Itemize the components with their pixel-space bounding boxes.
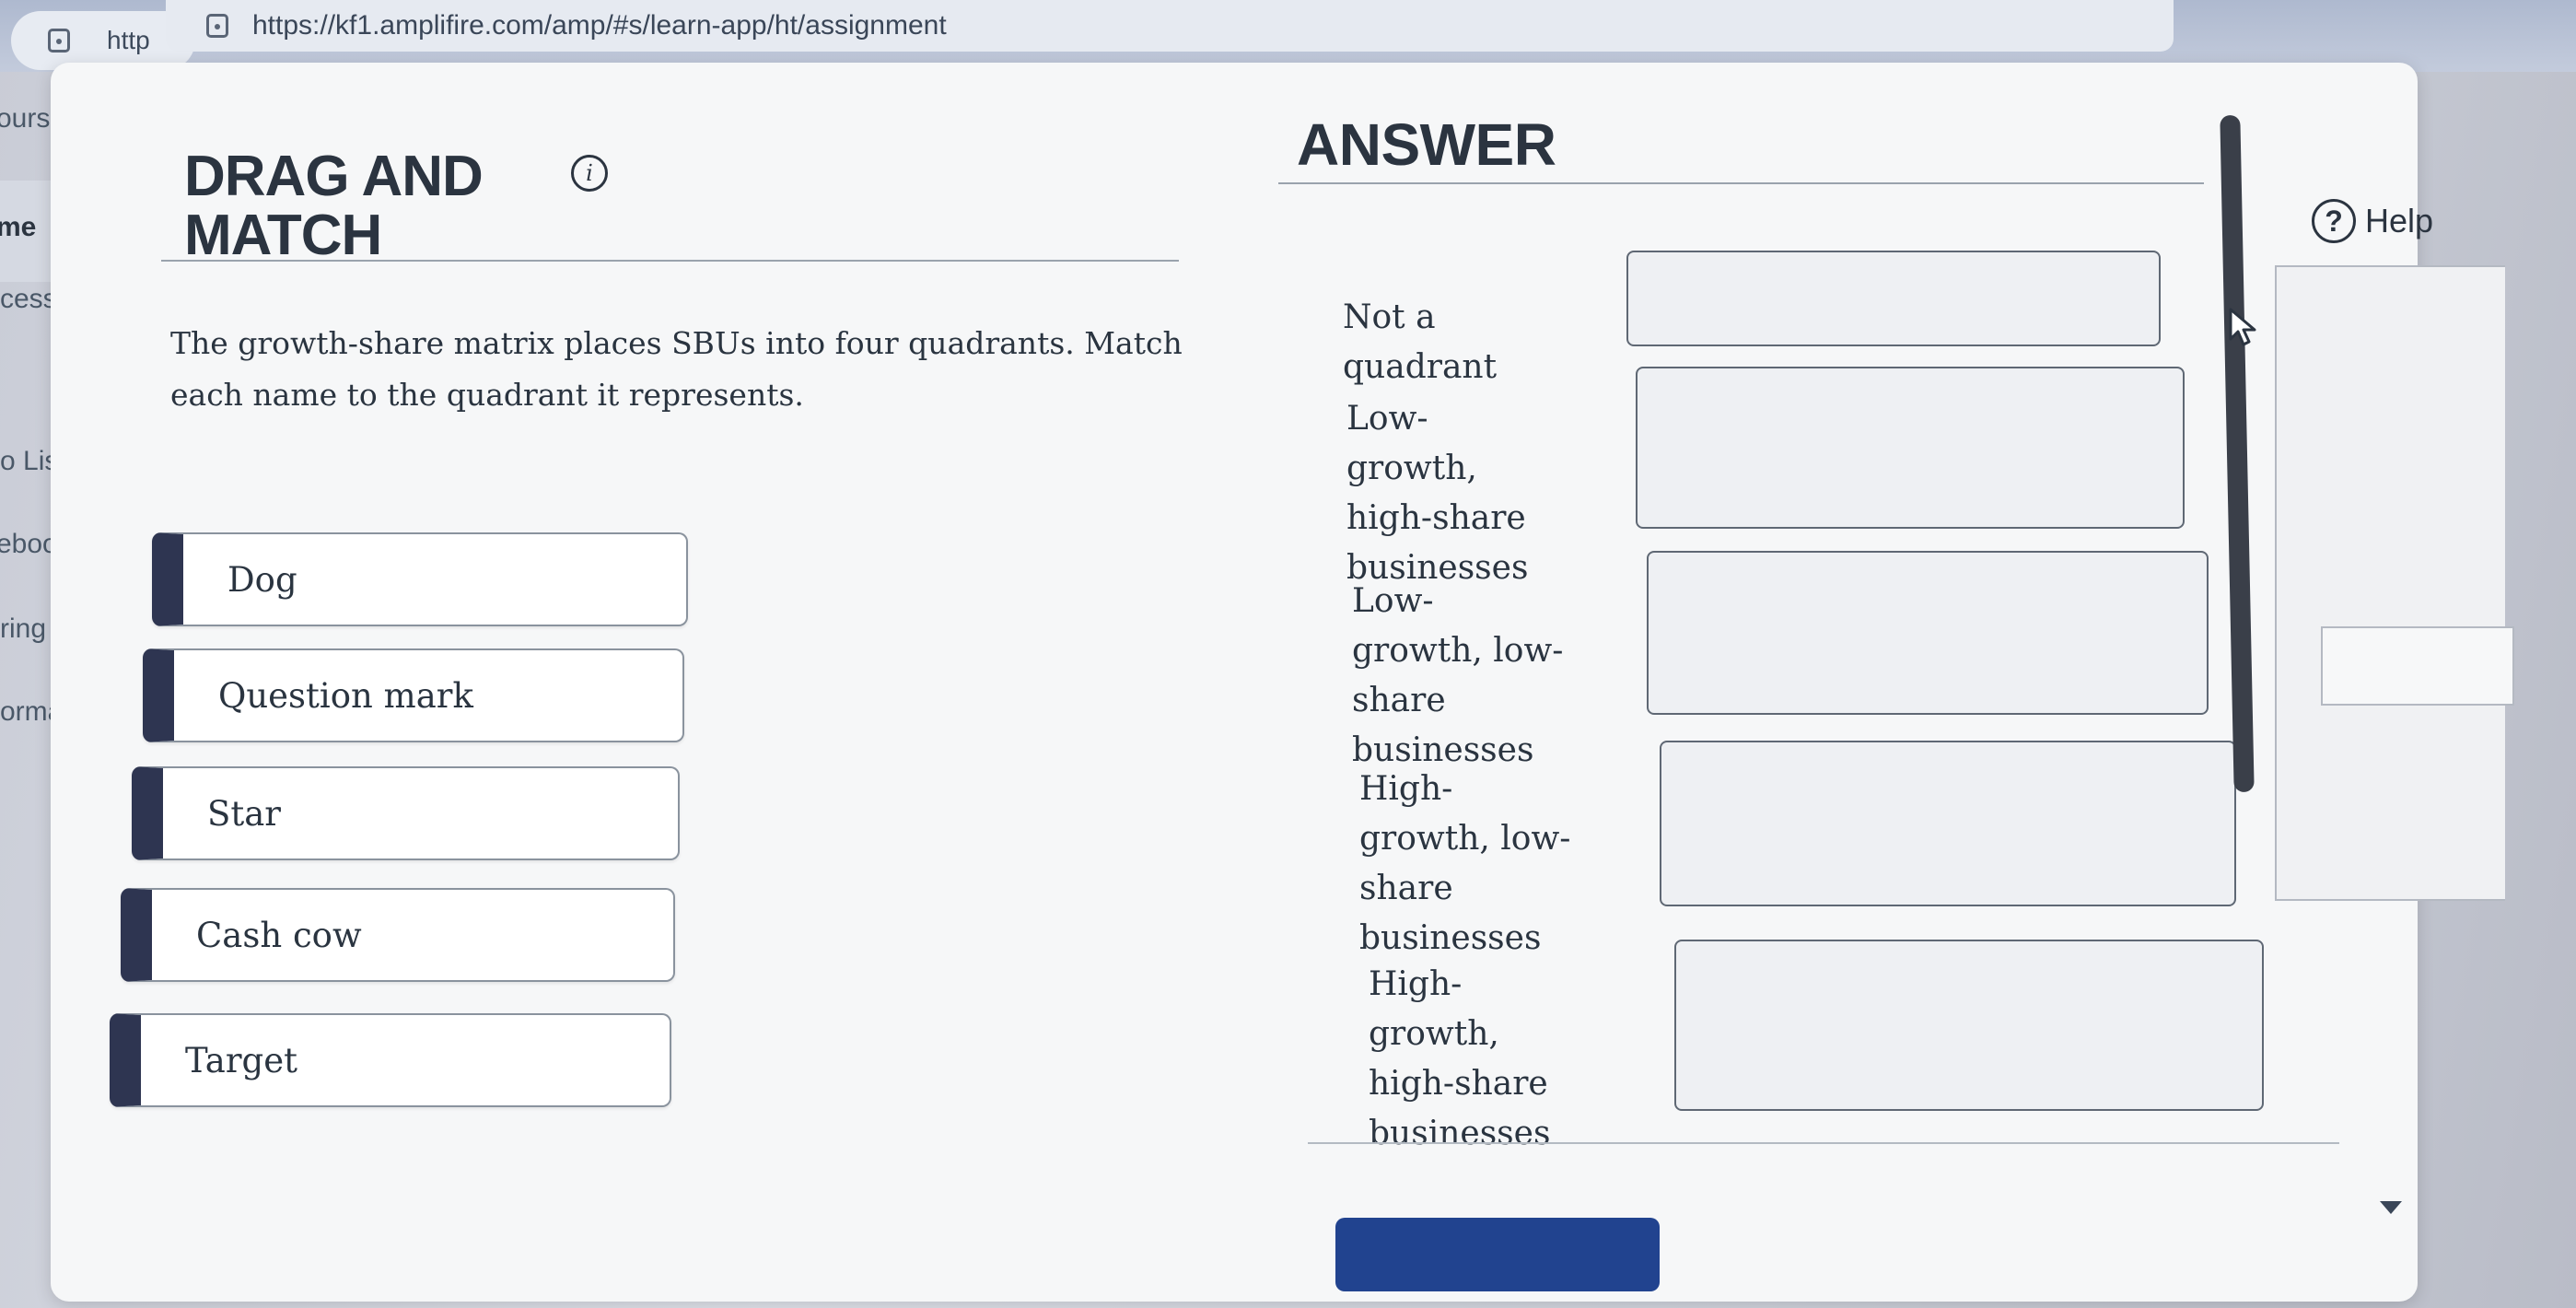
back-tab-url: http [107, 26, 150, 54]
lock-icon [206, 14, 228, 38]
sidebar-item-home[interactable]: me [0, 212, 36, 243]
help-label: Help [2365, 202, 2434, 239]
target-label-high-growth-high-share: High-growth, high-share businesses [1369, 965, 1551, 1152]
target-label-high-growth-low-share: High-growth, low-share businesses [1359, 770, 1571, 957]
title-divider [161, 260, 1179, 262]
drag-option-dog[interactable]: Dog [152, 532, 688, 626]
question-title: DRAG AND MATCH [184, 145, 484, 267]
bottom-divider [1308, 1142, 2339, 1144]
drop-zone-high-growth-low-share[interactable] [1660, 741, 2236, 906]
question-instructions: The growth-share matrix places SBUs into… [170, 325, 1183, 413]
target-label-not-a-quadrant: Not a quadrant [1343, 298, 1498, 386]
drag-option-cash-cow[interactable]: Cash cow [121, 888, 675, 982]
sidebar-item-ring[interactable]: ring [0, 613, 46, 645]
info-icon[interactable]: i [571, 155, 608, 192]
address-bar[interactable]: https://kf1.amplifire.com/amp/#s/learn-a… [166, 0, 2174, 52]
right-side-field [2321, 626, 2514, 706]
submit-button[interactable] [1335, 1218, 1660, 1291]
help-link[interactable]: ? Help [2312, 199, 2433, 243]
drop-zone-low-growth-low-share[interactable] [1647, 551, 2209, 715]
help-icon: ? [2312, 199, 2356, 243]
target-label-low-growth-high-share: Low-growth, high-share businesses [1346, 400, 1529, 587]
target-label-low-growth-low-share: Low-growth, low-share businesses [1352, 582, 1564, 769]
drop-zone-high-growth-high-share[interactable] [1674, 940, 2264, 1111]
drag-option-question-mark[interactable]: Question mark [143, 648, 684, 742]
drop-zone-not-a-quadrant[interactable] [1626, 251, 2161, 346]
answer-divider [1278, 182, 2204, 184]
scroll-down-arrow-icon[interactable] [2380, 1201, 2402, 1214]
drag-option-target[interactable]: Target [110, 1013, 671, 1107]
answer-title: ANSWER [1297, 111, 1556, 178]
right-side-panel [2275, 265, 2505, 901]
drag-option-star[interactable]: Star [132, 766, 680, 860]
drop-zone-low-growth-high-share[interactable] [1636, 367, 2185, 529]
lock-icon [48, 29, 70, 53]
address-bar-url: https://kf1.amplifire.com/amp/#s/learn-a… [252, 10, 947, 41]
